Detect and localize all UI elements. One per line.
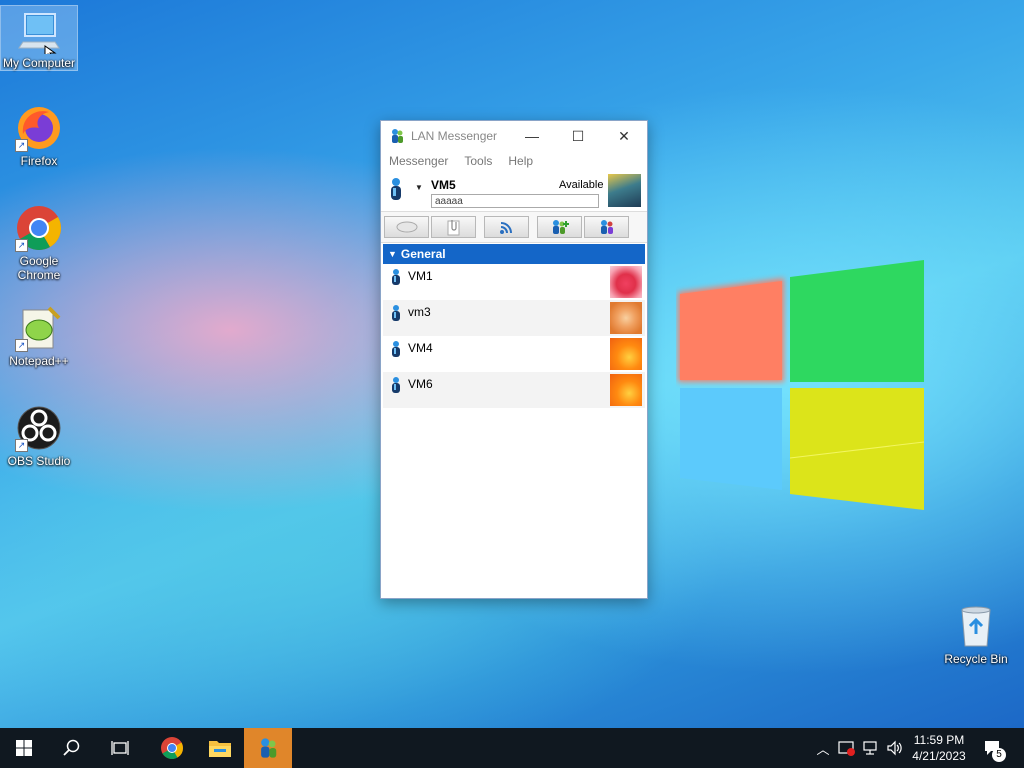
clock-date: 4/21/2023 bbox=[912, 749, 966, 763]
contact-avatar bbox=[610, 266, 642, 298]
task-view-icon bbox=[111, 741, 129, 755]
status-dropdown-icon[interactable]: ▼ bbox=[415, 183, 423, 192]
show-hidden-icons-button[interactable]: ︿ bbox=[812, 728, 834, 768]
notepadpp-icon: ↗ bbox=[15, 304, 63, 352]
search-icon bbox=[63, 739, 80, 756]
tray-network-icon[interactable] bbox=[860, 728, 882, 768]
broadcast-button[interactable] bbox=[484, 216, 529, 238]
contact-name: VM6 bbox=[408, 377, 433, 391]
contact-vm3[interactable]: vm3 bbox=[383, 300, 645, 336]
user-name: VM5 bbox=[431, 178, 456, 192]
contact-status-icon bbox=[390, 376, 402, 399]
lan-messenger-icon bbox=[389, 128, 405, 144]
start-icon bbox=[16, 740, 32, 756]
contact-vm4[interactable]: VM4 bbox=[383, 336, 645, 372]
window-title: LAN Messenger bbox=[411, 129, 498, 143]
clock-time: 11:59 PM bbox=[913, 733, 965, 747]
close-button[interactable]: ✕ bbox=[601, 128, 647, 145]
chrome-icon: ↗ bbox=[15, 204, 63, 252]
notification-count-badge: 5 bbox=[992, 748, 1006, 762]
recycle-bin-icon bbox=[952, 602, 1000, 650]
tray-security-icon[interactable] bbox=[836, 728, 858, 768]
desktop-icon-label: Recycle Bin bbox=[944, 652, 1008, 666]
desktop-icon-google-chrome[interactable]: ↗ Google Chrome bbox=[1, 204, 77, 282]
security-alert-icon bbox=[838, 741, 855, 756]
contact-vm1[interactable]: VM1 bbox=[383, 264, 645, 300]
search-button[interactable] bbox=[48, 728, 96, 768]
contact-avatar bbox=[610, 338, 642, 370]
task-view-button[interactable] bbox=[96, 728, 144, 768]
taskbar-file-explorer[interactable] bbox=[196, 728, 244, 768]
user-profile-panel: ▼ VM5 Available aaaaa bbox=[381, 171, 647, 211]
tray-volume-icon[interactable] bbox=[884, 728, 906, 768]
chrome-icon bbox=[161, 737, 183, 759]
add-contact-icon bbox=[552, 220, 569, 234]
desktop-icon-notepadpp[interactable]: ↗ Notepad++ bbox=[1, 304, 77, 368]
chat-icon bbox=[396, 221, 417, 233]
taskbar-chrome[interactable] bbox=[148, 728, 196, 768]
contact-name: VM4 bbox=[408, 341, 433, 355]
group-header-general[interactable]: ▼ General bbox=[383, 244, 645, 264]
firefox-icon: ↗ bbox=[15, 104, 63, 152]
status-note-input[interactable]: aaaaa bbox=[431, 194, 599, 208]
desktop-icon-obs-studio[interactable]: ↗ OBS Studio bbox=[1, 404, 77, 468]
contact-status-icon bbox=[390, 304, 402, 327]
shortcut-arrow-icon: ↗ bbox=[15, 339, 28, 352]
action-center-button[interactable]: 5 bbox=[978, 728, 1008, 768]
windows-wallpaper-logo bbox=[678, 260, 925, 510]
desktop-icon-my-computer[interactable]: My Computer bbox=[0, 5, 78, 71]
broadcast-icon bbox=[499, 222, 512, 234]
computer-icon bbox=[15, 6, 63, 61]
shortcut-arrow-icon: ↗ bbox=[15, 439, 28, 452]
attach-file-icon bbox=[447, 220, 459, 236]
desktop-icon-label: Firefox bbox=[20, 154, 58, 168]
contact-status-icon bbox=[390, 340, 402, 363]
maximize-button[interactable]: ☐ bbox=[555, 128, 601, 145]
chat-button[interactable] bbox=[384, 216, 429, 238]
desktop-icon-label: Google Chrome bbox=[17, 254, 61, 282]
menu-messenger[interactable]: Messenger bbox=[389, 154, 448, 168]
contact-status-icon bbox=[390, 268, 402, 291]
obs-icon: ↗ bbox=[15, 404, 63, 452]
start-button[interactable] bbox=[0, 728, 48, 768]
settings-icon bbox=[600, 220, 613, 234]
file-explorer-icon bbox=[209, 741, 231, 757]
desktop-icon-firefox[interactable]: ↗ Firefox bbox=[1, 104, 77, 168]
desktop-icon-label: OBS Studio bbox=[7, 454, 71, 468]
status-label[interactable]: Available bbox=[559, 179, 603, 191]
menu-tools[interactable]: Tools bbox=[464, 154, 492, 168]
user-status-icon[interactable] bbox=[389, 177, 403, 206]
desktop-icon-label: My Computer bbox=[2, 56, 76, 70]
add-contact-button[interactable] bbox=[537, 216, 582, 238]
send-file-button[interactable] bbox=[431, 216, 476, 238]
volume-icon bbox=[887, 740, 902, 756]
taskbar-lan-messenger[interactable] bbox=[244, 728, 292, 768]
toolbar bbox=[381, 211, 647, 243]
collapse-arrow-icon[interactable]: ▼ bbox=[388, 249, 397, 259]
taskbar: ︿ 11:59 PM 4/21/2023 5 bbox=[0, 728, 1024, 768]
contact-vm6[interactable]: VM6 bbox=[383, 372, 645, 408]
minimize-button[interactable]: — bbox=[509, 128, 555, 144]
settings-button[interactable] bbox=[584, 216, 629, 238]
contact-avatar bbox=[610, 302, 642, 334]
lan-messenger-window: LAN Messenger — ☐ ✕ Messenger Tools Help… bbox=[380, 120, 648, 599]
shortcut-arrow-icon: ↗ bbox=[15, 139, 28, 152]
menu-bar: Messenger Tools Help bbox=[381, 151, 647, 171]
shortcut-arrow-icon: ↗ bbox=[15, 239, 28, 252]
chevron-up-icon: ︿ bbox=[816, 741, 830, 757]
user-avatar[interactable] bbox=[608, 174, 641, 207]
contact-name: VM1 bbox=[408, 269, 433, 283]
desktop-icon-label: Notepad++ bbox=[9, 354, 69, 368]
lan-messenger-icon bbox=[261, 738, 277, 758]
title-bar[interactable]: LAN Messenger — ☐ ✕ bbox=[381, 121, 647, 151]
desktop-icon-recycle-bin[interactable]: Recycle Bin bbox=[938, 602, 1014, 666]
network-icon bbox=[863, 741, 877, 755]
clock[interactable]: 11:59 PM 4/21/2023 bbox=[908, 732, 970, 764]
menu-help[interactable]: Help bbox=[508, 154, 533, 168]
group-name: General bbox=[400, 247, 446, 261]
contact-avatar bbox=[610, 374, 642, 406]
contact-name: vm3 bbox=[408, 305, 431, 319]
